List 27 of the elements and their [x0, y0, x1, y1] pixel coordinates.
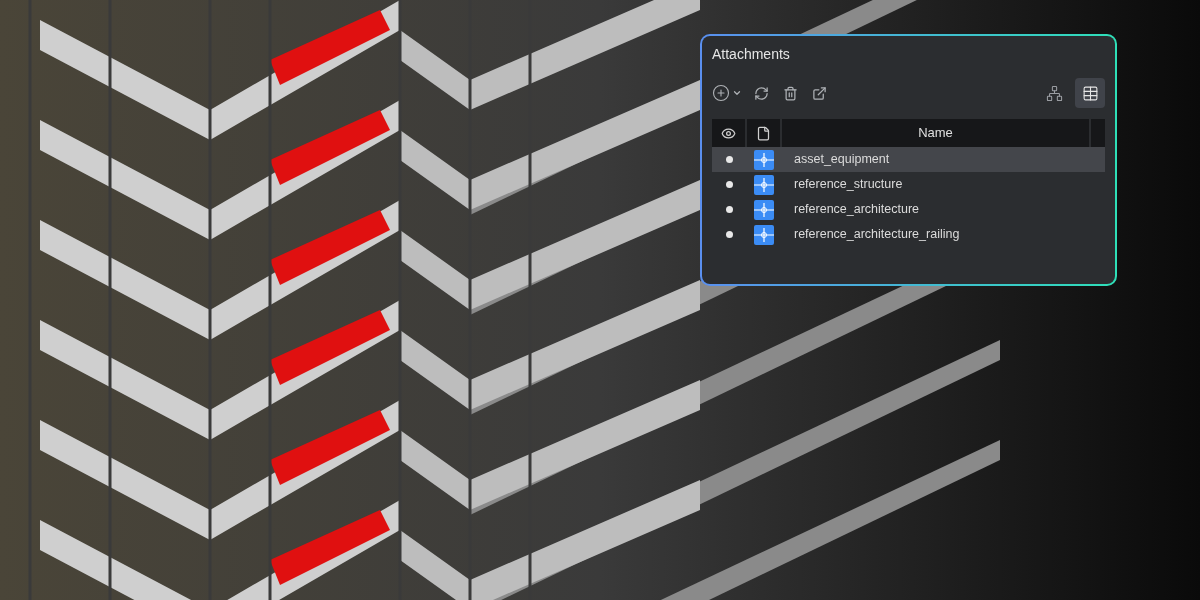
- table-icon: [1081, 84, 1099, 102]
- name-column-header[interactable]: Name: [782, 119, 1089, 147]
- file-icon: [756, 125, 771, 141]
- add-icon: [712, 84, 730, 102]
- attachment-row[interactable]: reference_architecture: [712, 197, 1105, 222]
- attachment-row[interactable]: asset_equipment: [712, 147, 1105, 172]
- drawing-file-icon: [753, 199, 774, 220]
- tree-icon: [1045, 84, 1063, 102]
- attachment-name: reference_structure: [794, 176, 903, 194]
- drawing-file-icon: [753, 224, 774, 245]
- add-dropdown-button[interactable]: [712, 84, 742, 102]
- attachment-name: reference_architecture: [794, 201, 920, 219]
- attachment-name: reference_architecture_railing: [794, 226, 960, 244]
- drawing-file-icon: [753, 174, 774, 195]
- delete-button[interactable]: [783, 85, 798, 101]
- type-column-header[interactable]: [747, 119, 780, 147]
- panel-title: Attachments: [712, 45, 791, 64]
- eye-icon: [721, 125, 736, 141]
- visibility-column-header[interactable]: [712, 119, 745, 147]
- attachment-row[interactable]: reference_structure: [712, 172, 1105, 197]
- attachment-row[interactable]: reference_architecture_railing: [712, 222, 1105, 247]
- drawing-file-icon: [753, 149, 774, 170]
- open-external-button[interactable]: [812, 85, 827, 101]
- caret-icon: [732, 88, 742, 98]
- refresh-button[interactable]: [754, 85, 769, 101]
- attachment-name: asset_equipment: [794, 151, 890, 169]
- table-view-button[interactable]: [1075, 78, 1105, 108]
